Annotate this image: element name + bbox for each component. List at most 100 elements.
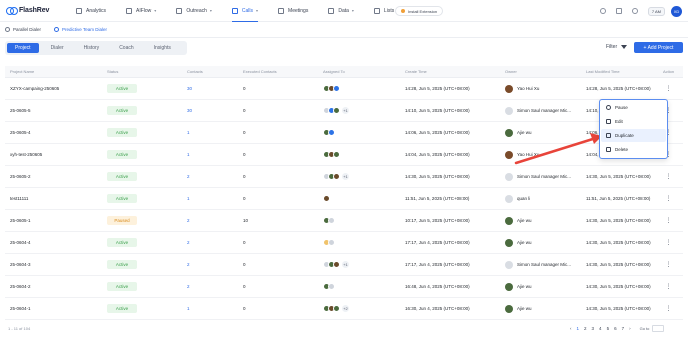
project-name[interactable]: 25-0605-2 [5, 174, 107, 179]
project-name[interactable]: 25-0604-4 [5, 240, 107, 245]
nav-item-data[interactable]: Data ▾ [328, 0, 354, 22]
contacts-link[interactable]: 2 [187, 240, 190, 245]
nav-item-analytics[interactable]: Analytics [76, 0, 106, 22]
contacts-link[interactable]: 30 [187, 108, 192, 113]
last-modified-time: 14:30, Jun 5, 2025 (UTC+08:00) [586, 284, 651, 289]
last-modified-time: 14:30, Jun 5, 2025 (UTC+08:00) [586, 174, 651, 179]
assignee-avatar [333, 107, 340, 114]
next-page-icon[interactable]: › [629, 326, 631, 331]
table-row[interactable]: test11111 Active 1 0 11:51, Jun 5, 2025 (UTC… [5, 188, 683, 210]
table-row[interactable]: 25-0604-2 Active 2 0 16:48, Jun 4, 2025 (UTC… [5, 276, 683, 298]
project-name[interactable]: 25-0605-4 [5, 130, 107, 135]
executed-contacts: 0 [243, 86, 246, 91]
notification-icon[interactable] [615, 8, 622, 14]
more-assignees[interactable]: +1 [342, 261, 349, 268]
table-row[interactable]: 25-0605-5 Active 30 0 +1 14:10, Jun 5, 2025 (… [5, 100, 683, 122]
goto-label: Go to [639, 326, 650, 331]
table-row[interactable]: 25-0605-1 Paused 2 10 10:17, Jun 5, 2025 (UT… [5, 210, 683, 232]
more-actions-icon[interactable]: ⋮ [666, 196, 672, 202]
owner-avatar [505, 106, 513, 115]
contacts-link[interactable]: 2 [187, 174, 190, 179]
assignee-avatar [323, 195, 330, 202]
more-actions-icon[interactable]: ⋮ [666, 284, 672, 290]
contacts-link[interactable]: 1 [187, 152, 190, 157]
project-name[interactable]: 25-0604-3 [5, 262, 107, 267]
menu-item-duplicate[interactable]: Duplicate [601, 129, 666, 142]
create-time: 14:10, Jun 5, 2025 (UTC+08:00) [405, 108, 470, 113]
project-name[interactable]: xyh-test-250605 [5, 152, 107, 157]
contacts-link[interactable]: 1 [187, 130, 190, 135]
contacts-link[interactable]: 2 [187, 218, 190, 223]
create-time: 14:04, Jun 5, 2025 (UTC+08:00) [405, 152, 470, 157]
table-row[interactable]: XZYX-campaing-250605 Active 30 0 14:28, Jun … [5, 78, 683, 100]
tab-project[interactable]: Project [7, 43, 39, 53]
nav-item-aiflow[interactable]: AIFlow ▾ [126, 0, 156, 22]
tab-dialer[interactable]: Dialer [43, 43, 72, 53]
menu-item-pause[interactable]: Pause [601, 101, 666, 114]
last-modified-time: 14:28, Jun 5, 2025 (UTC+08:00) [586, 86, 651, 91]
table-row[interactable]: 25-0604-4 Active 2 0 17:17, Jun 4, 2025 (UTC… [5, 232, 683, 254]
menu-item-edit[interactable]: Edit [601, 115, 666, 128]
project-name[interactable]: XZYX-campaing-250605 [5, 86, 107, 91]
create-time: 10:17, Jun 5, 2025 (UTC+08:00) [405, 218, 470, 223]
more-actions-icon[interactable]: ⋮ [666, 262, 672, 268]
more-assignees[interactable]: +1 [342, 173, 349, 180]
tab-insights[interactable]: Insights [146, 43, 179, 53]
assignee-avatar [333, 305, 340, 312]
owner-avatar [505, 172, 513, 181]
page-number[interactable]: 5 [607, 326, 610, 331]
page-number[interactable]: 2 [584, 326, 587, 331]
project-name[interactable]: 25-0605-1 [5, 218, 107, 223]
status-cell: Active [107, 106, 187, 115]
nav-item-calls[interactable]: Calls ▾ [231, 0, 259, 22]
table-row[interactable]: 25-0604-3 Active 2 0 +1 17:17, Jun 4, 2025 (U… [5, 254, 683, 276]
project-name[interactable]: 25-0604-2 [5, 284, 107, 289]
project-name[interactable]: 25-0604-1 [5, 306, 107, 311]
nav-item-label: Meetings [288, 7, 309, 14]
brand-logo[interactable]: FlashRev [6, 7, 64, 15]
more-actions-icon[interactable]: ⋮ [666, 240, 672, 246]
more-assignees[interactable]: +1 [342, 107, 349, 114]
user-avatar[interactable]: XD [671, 5, 682, 17]
settings-icon[interactable] [631, 8, 638, 14]
more-actions-icon[interactable]: ⋮ [666, 218, 672, 224]
add-project-button[interactable]: + Add Project [634, 42, 683, 53]
nav-item-outreach[interactable]: Outreach ▾ [176, 0, 212, 22]
tab-history[interactable]: History [76, 43, 108, 53]
more-actions-icon[interactable]: ⋮ [666, 174, 672, 180]
project-name[interactable]: test11111 [5, 196, 107, 201]
nav-item-lists[interactable]: Lists [373, 0, 394, 22]
goto-input[interactable] [652, 325, 665, 332]
owner-cell: Ajie wu [505, 216, 586, 225]
filter-button[interactable]: Filter [606, 44, 628, 50]
more-actions-icon[interactable]: ⋮ [666, 306, 672, 312]
table-row[interactable]: 25-0605-2 Active 2 0 +1 14:30, Jun 5, 2025 (U… [5, 166, 683, 188]
page-number[interactable]: 6 [614, 326, 617, 331]
column-header: Status [107, 69, 119, 74]
contacts-link[interactable]: 1 [187, 306, 190, 311]
page-number[interactable]: 7 [622, 326, 625, 331]
more-actions-icon[interactable]: ⋮ [666, 86, 672, 92]
tab-coach[interactable]: Coach [111, 43, 141, 53]
last-modified-time: 14:30, Jun 5, 2025 (UTC+08:00) [586, 262, 651, 267]
menu-item-delete[interactable]: Delete [601, 143, 666, 156]
outreach-icon [176, 7, 183, 14]
contacts-link[interactable]: 2 [187, 262, 190, 267]
prev-page-icon[interactable]: ‹ [570, 326, 572, 331]
contacts-link[interactable]: 1 [187, 196, 190, 201]
contacts-link[interactable]: 2 [187, 284, 190, 289]
contacts-cell: 1 [187, 130, 243, 135]
subtab-1[interactable]: Predictive Team Dialer [54, 22, 107, 39]
subtab-0[interactable]: Parallel Dialer [5, 22, 41, 38]
more-assignees[interactable]: +2 [342, 305, 349, 312]
page-number[interactable]: 1 [577, 326, 580, 331]
nav-item-meetings[interactable]: Meetings [278, 0, 308, 22]
status-cell: Active [107, 150, 187, 159]
page-number[interactable]: 4 [599, 326, 602, 331]
page-number[interactable]: 3 [592, 326, 595, 331]
contacts-link[interactable]: 30 [187, 86, 192, 91]
help-icon[interactable] [599, 8, 606, 14]
project-name[interactable]: 25-0605-5 [5, 108, 107, 113]
install-extension-button[interactable]: Install Extension [395, 6, 444, 16]
table-row[interactable]: 25-0604-1 Active 1 0 +2 16:30, Jun 4, 2025 (U… [5, 298, 683, 320]
